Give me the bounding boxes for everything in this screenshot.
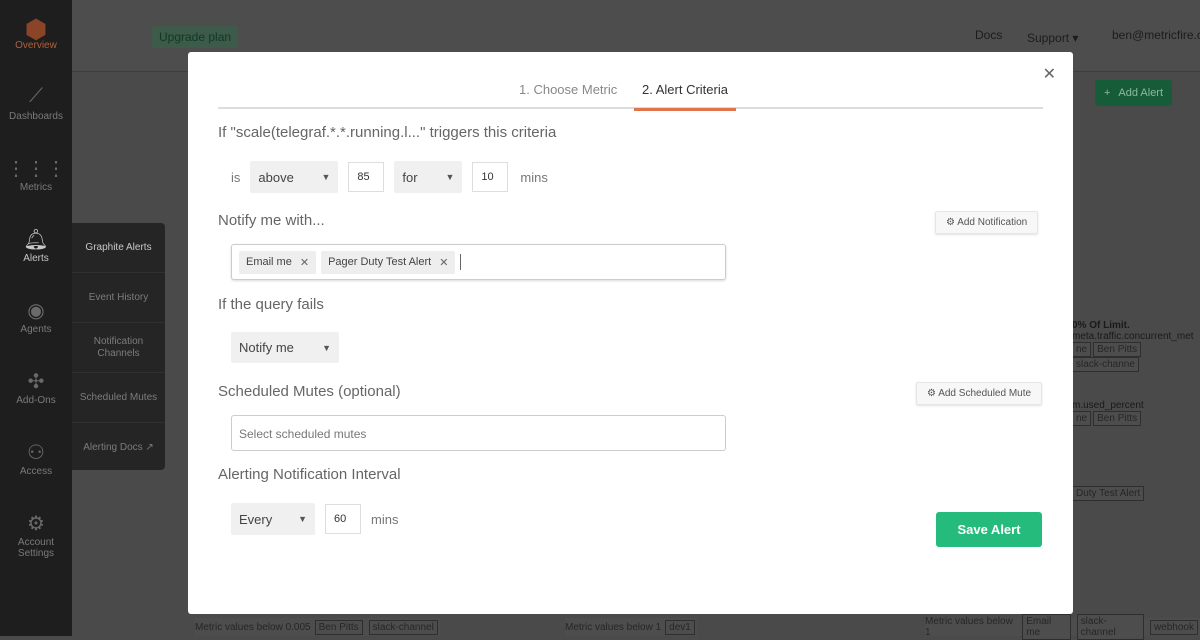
tag: dev1 (665, 619, 695, 635)
flyout-scheduled-mutes[interactable]: Scheduled Mutes (72, 373, 165, 423)
tag: slack-channe (1072, 357, 1139, 372)
comparator-select[interactable]: above ▼ (250, 161, 339, 193)
mutes-heading: Scheduled Mutes (optional) (218, 383, 401, 400)
upgrade-plan-button[interactable]: Upgrade plan (152, 26, 239, 48)
threshold-input[interactable]: 85 (348, 162, 385, 192)
bell-icon: 🔔︎ (23, 229, 49, 251)
users-icon: ⚇ (27, 442, 45, 464)
tag: slack-channel (1076, 614, 1144, 640)
puzzle-icon: ✣ (27, 371, 45, 393)
docs-link[interactable]: Docs (975, 28, 1002, 42)
caret-down-icon: ▼ (322, 342, 331, 353)
add-alert-button[interactable]: + Add Alert (1095, 80, 1172, 106)
criteria-row: is above ▼ 85 for ▼ 10 mins (231, 161, 548, 193)
interval-row: Every ▼ 60 mins (231, 503, 398, 535)
notification-chip: Email me ✕ (239, 250, 317, 274)
gear-icon: ⚙ (927, 388, 936, 399)
remove-icon[interactable]: ✕ (439, 256, 448, 269)
sidebar-item-account-settings[interactable]: ⚙ Account Settings (0, 497, 72, 568)
alert-criteria-modal: ✕ 1. Choose Metric 2. Alert Criteria If … (188, 52, 1073, 614)
duration-input[interactable]: 10 (472, 162, 509, 192)
sidebar-item-access[interactable]: ⚇ Access (0, 426, 72, 497)
tag: slack-channel (368, 619, 438, 635)
tab-alert-criteria[interactable]: 2. Alert Criteria (634, 82, 736, 111)
notifications-input[interactable]: Email me ✕ Pager Duty Test Alert ✕ (231, 244, 726, 280)
query-fail-select[interactable]: Notify me ▼ (231, 332, 339, 363)
remove-icon[interactable]: ✕ (300, 256, 309, 269)
wizard-tabs: 1. Choose Metric 2. Alert Criteria (218, 74, 1043, 111)
mins-label: mins (520, 169, 548, 185)
alert-row[interactable]: Metric values below 1 dev1 (565, 618, 697, 636)
notification-chip: Pager Duty Test Alert ✕ (321, 250, 456, 274)
alert-list: 0% Of Limit. meta.traffic.concurrent_met n… (1072, 320, 1200, 501)
caret-down-icon: ▼ (298, 514, 307, 524)
alert-row[interactable]: m.used_percent ne Ben Pitts (1072, 400, 1200, 426)
close-icon[interactable]: ✕ (1043, 64, 1056, 84)
interval-unit-label: mins (371, 511, 399, 527)
plus-icon: + (1103, 87, 1111, 99)
criteria-heading: If "scale(telegraf.*.*.running.l..." tri… (218, 124, 557, 141)
tag: Email me (1022, 614, 1071, 640)
sidebar-item-add-ons[interactable]: ✣ Add-Ons (0, 355, 72, 426)
flyout-alerting-docs[interactable]: Alerting Docs ↗ (72, 423, 165, 473)
caret-down-icon: ▼ (445, 172, 455, 182)
query-fail-heading: If the query fails (218, 296, 324, 313)
sidebar-item-metrics[interactable]: ⋮⋮⋮ Metrics (0, 142, 72, 213)
add-scheduled-mute-button[interactable]: ⚙ Add Scheduled Mute (916, 382, 1043, 405)
eye-icon: ◉ (27, 300, 45, 322)
alert-row[interactable]: Duty Test Alert (1072, 486, 1200, 501)
scheduled-mutes-input[interactable]: Select scheduled mutes (231, 415, 726, 451)
tag: Ben Pitts (1093, 411, 1142, 426)
alert-row[interactable]: 0% Of Limit. meta.traffic.concurrent_met n… (1072, 320, 1200, 372)
sidebar-item-alerts[interactable]: 🔔︎ Alerts (0, 213, 72, 284)
sidebar: ⬢ Overview ⟋ Dashboards ⋮⋮⋮ Metrics 🔔︎ Alert… (0, 0, 72, 636)
alert-row[interactable]: Metric values below 1 Email me slack-chann… (925, 614, 1200, 640)
tag: Ben Pitts (1093, 342, 1142, 357)
tab-choose-metric[interactable]: 1. Choose Metric (519, 82, 617, 109)
save-alert-button[interactable]: Save Alert (936, 512, 1042, 547)
flyout-event-history[interactable]: Event History (72, 273, 165, 323)
interval-input[interactable]: 60 (325, 504, 361, 534)
sliders-icon: ⋮⋮⋮ (6, 158, 66, 180)
logo-icon: ⬢ (24, 14, 48, 44)
alert-row[interactable]: Metric values below 0.005 Ben Pitts slack-… (195, 618, 440, 636)
gear-icon: ⚙ (946, 217, 955, 228)
sidebar-item-dashboards[interactable]: ⟋ Dashboards (0, 71, 72, 142)
gear-icon: ⚙ (27, 513, 45, 535)
caret-down-icon: ▼ (321, 172, 331, 182)
interval-heading: Alerting Notification Interval (218, 466, 401, 483)
text-cursor (460, 254, 462, 270)
tag: Duty Test Alert (1072, 486, 1145, 501)
support-menu[interactable]: Support ▾ (1027, 31, 1078, 45)
alerts-flyout-menu: Graphite Alerts Event History Notificati… (72, 223, 165, 470)
sidebar-item-agents[interactable]: ◉ Agents (0, 284, 72, 355)
tag: ne (1072, 342, 1092, 357)
user-menu[interactable]: ben@metricfire.c (1112, 28, 1200, 42)
add-notification-button[interactable]: ⚙ Add Notification (935, 211, 1039, 234)
chart-line-icon: ⟋ (29, 85, 43, 107)
sidebar-item-overview[interactable]: ⬢ Overview (0, 0, 72, 71)
notify-heading: Notify me with... (218, 212, 325, 229)
tag: ne (1072, 411, 1092, 426)
flyout-notification-channels[interactable]: Notification Channels (72, 323, 165, 373)
tag: Ben Pitts (314, 619, 363, 635)
duration-mode-select[interactable]: for ▼ (394, 161, 463, 193)
interval-mode-select[interactable]: Every ▼ (231, 503, 315, 535)
query-fail-row: Notify me ▼ (231, 332, 339, 363)
is-label: is (231, 169, 241, 185)
tag: webhook (1149, 619, 1198, 635)
flyout-graphite-alerts[interactable]: Graphite Alerts (72, 223, 165, 273)
